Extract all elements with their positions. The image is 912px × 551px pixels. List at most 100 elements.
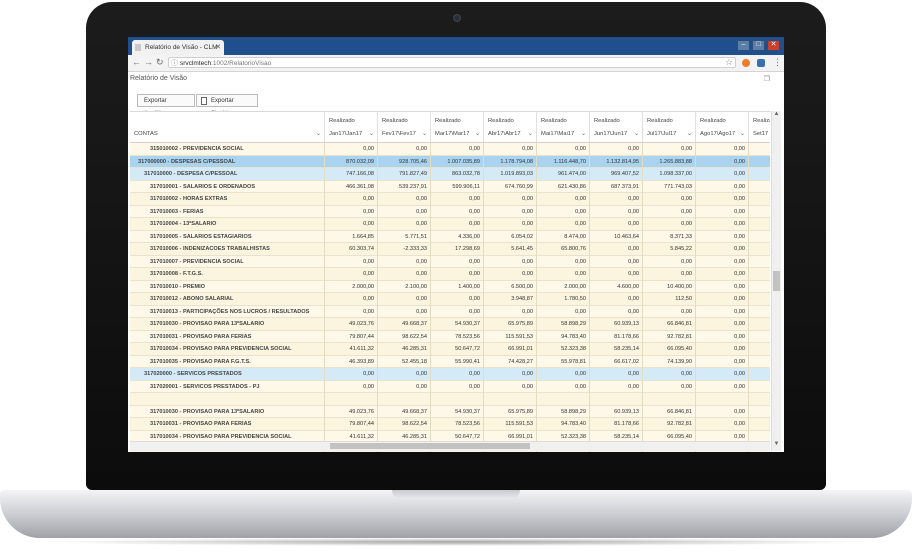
value-cell: 0,00 [484,368,537,381]
table-row[interactable]: 317010001 - SALARIOS E ORDENADOS 466.361,… [130,180,770,193]
forward-arrow-icon[interactable]: → [144,57,153,67]
column-type-label: Realizado [435,118,461,124]
table-row[interactable]: 317010034 - PROVISAO PARA PREVIDENCIA SO… [130,343,770,356]
period-column-header[interactable]: Realizado Jun17\Jun17 ⌄ [590,112,643,142]
table-row[interactable]: 317010013 - PARTICIPAÇÕES NOS LUCROS / R… [130,305,770,318]
scroll-up-arrow-icon[interactable]: ▲ [772,111,781,117]
value-cell: 65.800,76 [537,243,590,256]
value-cell: 1.178.794,08 [484,155,537,168]
minimize-button[interactable]: – [737,40,750,51]
value-cell: 674.760,99 [484,180,537,193]
column-type-label: Realizado [382,118,408,124]
browser-tab-bar: Relatório de Visão - CLM ✕ – □ ✕ [128,37,784,55]
chevron-down-icon[interactable]: ⌄ [369,130,374,137]
info-icon[interactable]: ⓘ [171,58,178,69]
value-cell: 0,00 [431,268,484,281]
close-window-button[interactable]: ✕ [767,40,780,51]
account-cell [130,393,325,406]
value-cell: 66.846,81 [643,318,696,331]
chevron-down-icon[interactable]: ⌄ [581,130,586,137]
value-cell: 0,00 [484,305,537,318]
horizontal-scroll-thumb[interactable] [330,443,530,449]
value-cell: 49.023,76 [325,405,378,418]
vertical-scroll-thumb[interactable] [773,271,780,291]
extension-blue-icon[interactable] [757,59,765,67]
period-column-header[interactable]: Realizado Abr17\Abr17 ⌄ [484,112,537,142]
table-row[interactable]: 317010035 - PROVISAO PARA F.G.T.S. 46.393… [130,355,770,368]
table-row[interactable] [130,393,770,406]
table-row[interactable]: 317010004 - 13ºSALARIO 0,00 0,00 0,00 0,00 0,… [130,218,770,231]
chevron-down-icon[interactable]: ⌄ [740,130,745,137]
period-column-header[interactable]: Realizado Mar17\Mar17 ⌄ [431,112,484,142]
chevron-down-icon[interactable]: ⌄ [422,130,427,137]
chevron-down-icon[interactable]: ⌄ [528,130,533,137]
value-cell: 17.298,69 [431,243,484,256]
table-row[interactable]: 317020000 - SERVICOS PRESTADOS 0,00 0,00 0,… [130,368,770,381]
table-row[interactable]: 317010008 - F.T.G.S. 0,00 0,00 0,00 0,00 0,00… [130,268,770,281]
value-cell: 0,00 [696,280,749,293]
period-column-header[interactable]: Realizado Fev17\Fev17 ⌄ [378,112,431,142]
value-cell: 0,00 [378,368,431,381]
table-row[interactable]: 317010000 - DESPESA C/PESSOAL 747.166,08 7… [130,168,770,181]
period-column-header[interactable]: Realizado Ago17\Ago17 ⌄ [696,112,749,142]
period-column-header[interactable]: Realizado Jul17\Jul17 ⌄ [643,112,696,142]
browser-menu-icon[interactable]: ⋮ [773,57,782,68]
extension-orange-icon[interactable] [742,59,750,67]
value-cell: 539.237,91 [378,180,431,193]
tab-close-icon[interactable]: ✕ [215,40,221,55]
value-cell: 0,00 [643,268,696,281]
export-analytic-button[interactable]: Exportar Analítico [137,94,195,117]
export-synthetic-button[interactable]: Exportar Sintético [196,94,258,117]
value-cell: 928.705,46 [378,155,431,168]
column-type-label: Realizado [329,118,355,124]
value-cell: 0,00 [696,355,749,368]
url-input[interactable]: ⓘ srvclmtech:1002/RelatorioVisao [168,57,736,68]
value-cell: 0,00 [590,268,643,281]
period-column-header[interactable]: Realizado Jan17\Jan17 ⌄ [325,112,378,142]
scroll-down-arrow-icon[interactable]: ▼ [772,441,781,447]
accounts-column-header[interactable]: CONTAS ⌄ [130,112,325,142]
value-cell: 0,00 [696,205,749,218]
restore-window-icon[interactable]: ❐ [764,75,770,83]
account-cell: 317010035 - PROVISAO PARA F.G.T.S. [130,355,325,368]
value-cell: 6.500,00 [484,280,537,293]
chevron-down-icon[interactable]: ⌄ [687,130,692,137]
column-period-label: Mai17\Mai17 [541,131,575,137]
value-cell: 0,00 [696,243,749,256]
table-row[interactable]: 317010031 - PROVISAO PARA FERIAS 79.807,4… [130,418,770,431]
reload-icon[interactable]: ↻ [156,57,164,68]
table-row[interactable]: 317010005 - SALARIOS ESTAGIARIOS 1.664,85… [130,230,770,243]
table-row[interactable]: 317010030 - PROVISAO PARA 13ºSALARIO 49.0… [130,318,770,331]
horizontal-scrollbar[interactable] [130,441,770,451]
table-row[interactable]: 317010003 - FERIAS 0,00 0,00 0,00 0,00 0,00 0,… [130,205,770,218]
maximize-button[interactable]: □ [752,40,765,51]
bookmark-star-icon[interactable]: ☆ [725,57,733,68]
back-arrow-icon[interactable]: ← [132,57,141,67]
vertical-scrollbar[interactable]: ▲ ▼ [771,111,781,451]
table-row[interactable]: 317000000 - DESPESAS C/PESSOAL 870.032,09… [130,155,770,168]
account-cell: 317010030 - PROVISAO PARA 13ºSALARIO [130,318,325,331]
url-path: :1002/RelatorioVisao [211,60,272,67]
url-host: srvclmtech [180,60,212,67]
table-row[interactable]: 317020001 - SERVICOS PRESTADOS - PJ 0,00 0… [130,380,770,393]
value-cell: 0,00 [696,330,749,343]
account-cell: 317010007 - PREVIDENCIA SOCIAL [130,255,325,268]
table-row[interactable]: 317010007 - PREVIDENCIA SOCIAL 0,00 0,00 0,… [130,255,770,268]
period-column-header[interactable]: Realizado Mai17\Mai17 ⌄ [537,112,590,142]
table-row[interactable]: 317010006 - INDENIZACOES TRABALHISTAS 60.… [130,243,770,256]
chevron-down-icon[interactable]: ⌄ [316,130,321,137]
table-row[interactable]: 317010010 - PREMIO 2.000,00 2.100,00 1.400,… [130,280,770,293]
chevron-down-icon[interactable]: ⌄ [634,130,639,137]
chevron-down-icon[interactable]: ⌄ [475,130,480,137]
period-column-header[interactable]: RealizadoSet17⌄ [749,112,770,142]
table-row[interactable]: 317010030 - PROVISAO PARA 13ºSALARIO 49.0… [130,405,770,418]
table-row[interactable]: 317010002 - HORAS EXTRAS 0,00 0,00 0,00 0,00… [130,193,770,206]
table-row[interactable]: 315010002 - PREVIDENCIA SOCIAL 0,00 0,00 0,… [130,143,770,156]
table-row[interactable]: 317010031 - PROVISAO PARA FERIAS 79.807,4… [130,330,770,343]
table-row[interactable]: 317010012 - ABONO SALARIAL 0,00 0,00 0,00 3.… [130,293,770,306]
value-cell: 8.474,00 [537,230,590,243]
browser-tab[interactable]: Relatório de Visão - CLM ✕ [132,40,224,55]
column-type-label: Realizado [488,118,514,124]
value-cell: 94.783,40 [537,418,590,431]
value-cell: 0,00 [325,380,378,393]
